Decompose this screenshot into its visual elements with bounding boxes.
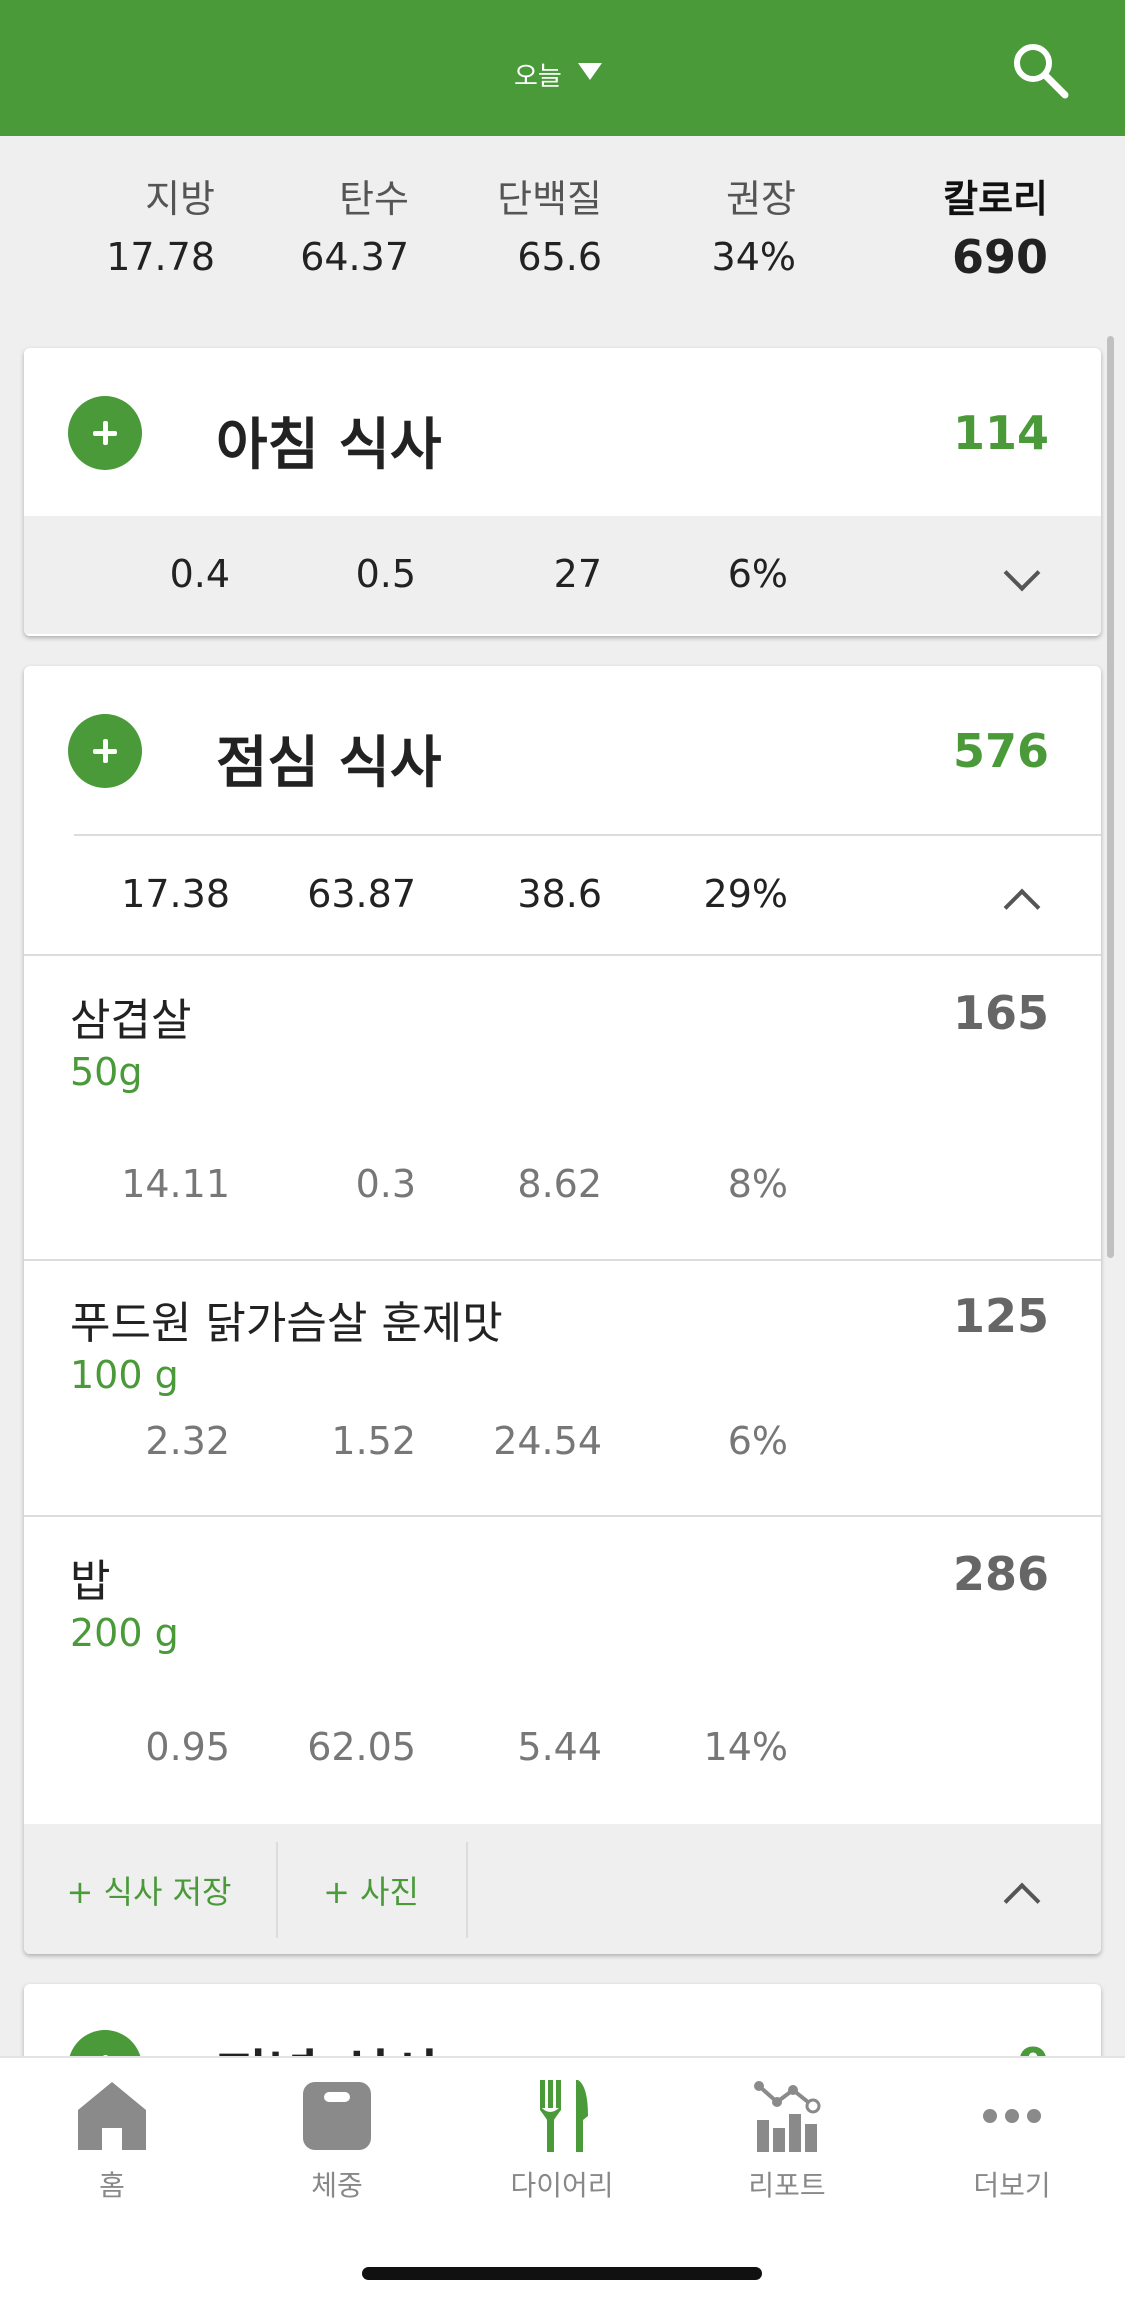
food-fat: 0.95	[145, 1725, 230, 1769]
total-fat: 지방 17.78	[106, 176, 215, 282]
lunch-recommended: 29%	[703, 872, 788, 916]
tab-label: 다이어리	[510, 2169, 614, 2202]
breakfast-header: 아침 식사 114	[24, 348, 1101, 516]
breakfast-protein: 27	[553, 552, 602, 596]
home-indicator[interactable]	[362, 2267, 762, 2280]
lunch-protein: 38.6	[517, 872, 602, 916]
food-serving: 50g	[70, 1050, 143, 1094]
food-protein: 5.44	[517, 1725, 602, 1769]
lunch-card: 점심 식사 576 17.38 63.87 38.6 29% 삼겹살 50g 1…	[24, 666, 1101, 1954]
recommended-value: 34%	[711, 235, 796, 279]
total-recommended: 권장 34%	[712, 176, 796, 282]
food-carb: 62.05	[307, 1725, 416, 1769]
food-recommended: 14%	[703, 1725, 788, 1769]
tab-diary[interactable]: 다이어리	[482, 2076, 642, 2204]
food-fat: 2.32	[145, 1419, 230, 1463]
food-protein: 24.54	[493, 1419, 602, 1463]
carb-value: 64.37	[300, 235, 409, 279]
food-item[interactable]: 푸드원 닭가슴살 훈제맛 100 g 125 2.32 1.52 24.54 6…	[24, 1259, 1101, 1515]
tab-label: 체중	[311, 2169, 363, 2202]
recommended-label: 권장	[726, 177, 796, 221]
top-header: 오늘	[0, 0, 1125, 136]
food-carb: 1.52	[331, 1419, 416, 1463]
footer-divider	[466, 1842, 468, 1938]
food-name: 밥	[70, 1556, 111, 1607]
food-recommended: 6%	[727, 1419, 788, 1463]
fat-label: 지방	[145, 177, 215, 221]
add-photo-button[interactable]: + 사진	[278, 1824, 464, 1954]
food-calories: 125	[952, 1289, 1049, 1343]
collapse-chevron-up-icon[interactable]	[1003, 1882, 1041, 1920]
daily-totals: 지방 17.78 탄수 64.37 단백질 65.6 권장 34% 칼로리 69…	[0, 136, 1125, 336]
fat-value: 17.78	[106, 235, 215, 279]
lunch-title: 점심 식사	[216, 731, 442, 796]
food-item[interactable]: 밥 200 g 286 0.95 62.05 5.44 14%	[24, 1515, 1101, 1824]
lunch-carb: 63.87	[307, 872, 416, 916]
food-name: 삼겹살	[70, 995, 192, 1046]
protein-label: 단백질	[497, 177, 602, 221]
food-serving: 100 g	[70, 1353, 179, 1397]
lunch-header: 점심 식사 576	[24, 666, 1101, 834]
home-icon	[78, 2082, 146, 2150]
date-label: 오늘	[514, 62, 562, 92]
tab-label: 더보기	[973, 2169, 1051, 2202]
search-icon[interactable]	[1010, 40, 1070, 100]
protein-value: 65.6	[517, 235, 602, 279]
tab-report[interactable]: 리포트	[707, 2076, 867, 2204]
save-meal-button[interactable]: + 식사 저장	[24, 1824, 274, 1954]
total-calories: 칼로리 690	[943, 176, 1048, 282]
tab-label: 홈	[99, 2169, 125, 2202]
breakfast-macros[interactable]: 0.4 0.5 27 6%	[24, 516, 1101, 634]
tab-weight[interactable]: 체중	[257, 2076, 417, 2204]
total-carb: 탄수 64.37	[300, 176, 409, 282]
total-protein: 단백질 65.6	[497, 176, 602, 282]
tab-label: 리포트	[748, 2169, 826, 2202]
lunch-fat: 17.38	[121, 872, 230, 916]
collapse-chevron-up-icon[interactable]	[1003, 888, 1041, 926]
breakfast-carb: 0.5	[355, 552, 416, 596]
food-recommended: 8%	[727, 1162, 788, 1206]
breakfast-calories: 114	[952, 406, 1049, 460]
expand-chevron-down-icon[interactable]	[1003, 554, 1041, 592]
more-dots-icon	[983, 2109, 1041, 2123]
lunch-footer: + 식사 저장 + 사진	[24, 1824, 1101, 1954]
food-protein: 8.62	[517, 1162, 602, 1206]
breakfast-fat: 0.4	[169, 552, 230, 596]
tab-more[interactable]: 더보기	[932, 2076, 1092, 2204]
food-fat: 14.11	[121, 1162, 230, 1206]
add-breakfast-button[interactable]	[68, 396, 142, 470]
add-lunch-button[interactable]	[68, 714, 142, 788]
food-serving: 200 g	[70, 1611, 179, 1655]
breakfast-title: 아침 식사	[216, 413, 442, 478]
food-item[interactable]: 삼겹살 50g 165 14.11 0.3 8.62 8%	[24, 954, 1101, 1259]
scrollbar[interactable]	[1107, 336, 1114, 1258]
breakfast-card: 아침 식사 114 0.4 0.5 27 6%	[24, 348, 1101, 636]
report-chart-icon	[754, 2081, 821, 2152]
calories-value: 690	[951, 230, 1048, 284]
dropdown-triangle-icon	[577, 63, 602, 80]
fork-knife-icon	[540, 2080, 588, 2152]
lunch-calories: 576	[952, 724, 1049, 778]
food-calories: 165	[952, 986, 1049, 1040]
scale-icon	[303, 2082, 371, 2150]
breakfast-recommended: 6%	[727, 552, 788, 596]
lunch-macros[interactable]: 17.38 63.87 38.6 29%	[74, 834, 1101, 954]
calories-label: 칼로리	[943, 177, 1048, 221]
tab-home[interactable]: 홈	[32, 2076, 192, 2204]
food-calories: 286	[952, 1547, 1049, 1601]
date-selector[interactable]: 오늘	[514, 56, 602, 93]
food-name: 푸드원 닭가슴살 훈제맛	[70, 1298, 503, 1349]
food-carb: 0.3	[355, 1162, 416, 1206]
carb-label: 탄수	[339, 177, 409, 221]
